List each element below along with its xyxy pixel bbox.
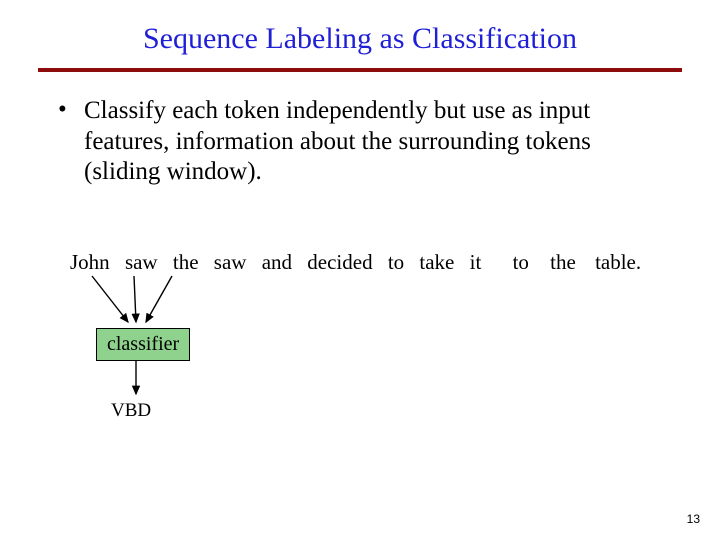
- arrow-token-1: [92, 276, 128, 322]
- token: the: [550, 250, 576, 275]
- page-number: 13: [687, 512, 700, 526]
- output-tag: VBD: [111, 400, 151, 422]
- token: the: [173, 250, 199, 275]
- slide: Sequence Labeling as Classification • Cl…: [0, 0, 720, 540]
- arrow-token-2: [134, 276, 136, 322]
- token: John: [70, 250, 110, 275]
- token: take: [419, 250, 454, 275]
- bullet-item: • Classify each token independently but …: [58, 96, 662, 188]
- token: and: [262, 250, 292, 275]
- example-sentence: John saw the saw and decided to take it …: [70, 250, 670, 275]
- body-content: • Classify each token independently but …: [0, 72, 720, 188]
- token-row: John saw the saw and decided to take it …: [70, 250, 670, 275]
- token: saw: [214, 250, 247, 275]
- bullet-mark: •: [58, 96, 84, 188]
- token: table.: [595, 250, 641, 275]
- token: decided: [307, 250, 372, 275]
- token: it: [470, 250, 482, 275]
- token: to: [513, 250, 529, 275]
- token: saw: [125, 250, 158, 275]
- arrow-token-3: [146, 276, 172, 322]
- classifier-box: classifier: [96, 328, 190, 361]
- token: to: [388, 250, 404, 275]
- slide-title: Sequence Labeling as Classification: [0, 0, 720, 68]
- bullet-text: Classify each token independently but us…: [84, 96, 662, 188]
